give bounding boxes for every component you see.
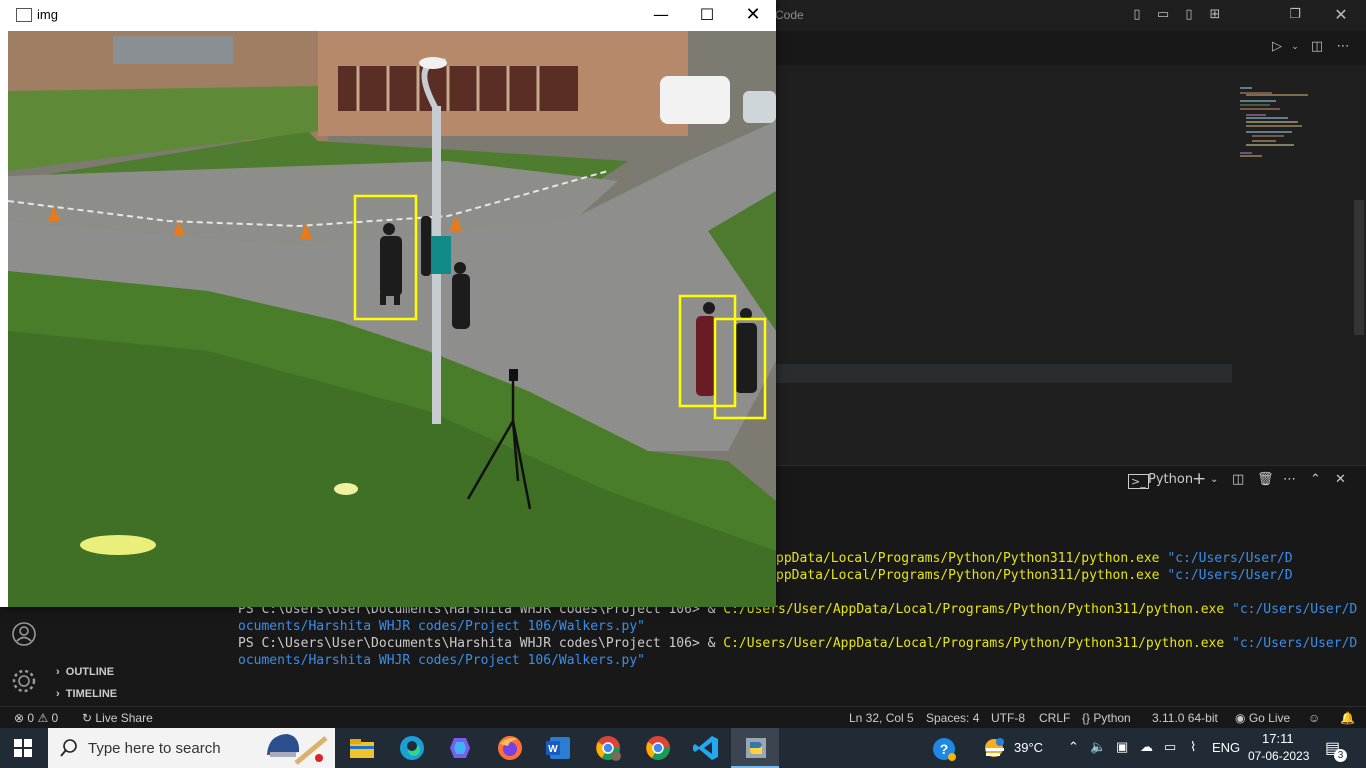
live-share-icon: ↻ — [82, 711, 93, 725]
edge-icon[interactable] — [398, 734, 426, 762]
feedback-icon[interactable]: ☺ — [1308, 711, 1320, 725]
live-share-button[interactable]: ↻ Live Share — [82, 711, 153, 725]
toggle-secondary-sidebar-icon[interactable]: ▯ — [1180, 6, 1198, 24]
img-window: img — ☐ ✕ — [0, 0, 776, 607]
copilot-icon[interactable] — [446, 734, 474, 762]
problems-indicator[interactable]: ⊗ 0 ⚠ 0 — [14, 711, 58, 725]
cursor-position[interactable]: Ln 32, Col 5 — [849, 711, 914, 725]
minimize-button[interactable]: — — [638, 0, 684, 30]
error-icon: ⊗ — [14, 711, 25, 725]
help-icon[interactable]: ? — [932, 737, 956, 761]
language-mode[interactable]: {} Python — [1082, 711, 1131, 725]
search-placeholder: Type here to search — [88, 740, 221, 757]
video-frame-image — [8, 31, 776, 607]
restore-icon[interactable]: ❐ — [1286, 6, 1304, 24]
weather-icon[interactable] — [982, 736, 1008, 760]
chevron-right-icon: › — [56, 688, 60, 700]
terminal-tab-label[interactable]: Python — [1148, 472, 1193, 487]
maximize-panel-icon[interactable]: ⌃ — [1310, 472, 1321, 487]
encoding[interactable]: UTF-8 — [991, 711, 1025, 725]
terminal-dropdown-icon[interactable]: ⌄ — [1210, 474, 1218, 485]
notification-count-badge: 3 — [1334, 749, 1347, 762]
window-app-icon — [16, 8, 32, 22]
terminal-path-continuation: ocuments/Harshita WHJR codes/Project 106… — [238, 653, 645, 668]
meet-now-icon[interactable]: ▣ — [1116, 739, 1128, 755]
outline-section[interactable]: › OUTLINE — [56, 666, 114, 678]
broadcast-icon: ◉ — [1235, 711, 1246, 725]
terminal-exe-path: ppData/Local/Programs/Python/Python311/p… — [776, 568, 1160, 583]
maximize-button[interactable]: ☐ — [684, 0, 730, 30]
terminal-exe-path: ppData/Local/Programs/Python/Python311/p… — [776, 551, 1160, 566]
manage-gear-icon[interactable] — [11, 668, 37, 694]
search-icon — [60, 739, 77, 757]
chrome-profile-icon[interactable] — [594, 734, 622, 762]
status-bar: ⊗ 0 ⚠ 0 ↻ Live Share Ln 32, Col 5 Spaces… — [0, 706, 1366, 729]
svg-text:?: ? — [940, 741, 949, 757]
split-editor-icon[interactable]: ◫ — [1308, 38, 1326, 56]
clock-time[interactable]: 17:11 — [1262, 731, 1294, 746]
cricket-helmet-icon — [267, 734, 328, 765]
activity-bar — [0, 605, 48, 706]
vscode-window-title: Code — [775, 8, 804, 22]
img-window-title: img — [37, 7, 58, 22]
vscode-icon[interactable] — [692, 734, 720, 762]
warning-icon: ⚠ — [37, 711, 49, 725]
notifications-bell-icon[interactable]: 🔔 — [1340, 711, 1355, 725]
terminal-script-arg: "c:/Users/User/D — [1159, 568, 1293, 583]
terminal-path-continuation: ocuments/Harshita WHJR codes/Project 106… — [238, 619, 645, 634]
battery-icon[interactable]: ▭ — [1164, 739, 1176, 755]
terminal-script-arg: "c:/Users/User/D — [1159, 551, 1293, 566]
windows-start-icon[interactable] — [14, 739, 32, 757]
show-hidden-icons-chevron-icon[interactable]: ⌃ — [1068, 739, 1079, 755]
run-icon[interactable]: ▷ — [1268, 38, 1286, 56]
speaker-icon[interactable]: 🔈 — [1090, 739, 1106, 755]
firefox-icon[interactable] — [496, 734, 524, 762]
more-actions-icon[interactable]: ⋯ — [1334, 38, 1352, 56]
braces-icon: {} — [1082, 711, 1091, 725]
terminal-prompt: PS C:\Users\User\Documents\Harshita WHJR… — [238, 636, 724, 651]
run-dropdown-icon[interactable]: ⌄ — [1286, 38, 1304, 56]
new-terminal-icon[interactable]: + — [1192, 469, 1206, 489]
wifi-icon[interactable]: ⌇ — [1190, 739, 1196, 755]
timeline-section[interactable]: › TIMELINE — [56, 688, 117, 700]
svg-text:W: W — [548, 744, 558, 755]
python-interpreter[interactable]: 3.11.0 64-bit — [1152, 711, 1218, 725]
terminal-script-arg: "c:/Users/User/D — [1224, 636, 1358, 651]
clock-date[interactable]: 07-06-2023 — [1248, 749, 1309, 763]
terminal-line: ocuments/Harshita WHJR codes/Project 106… — [238, 618, 1357, 635]
onedrive-icon[interactable]: ☁ — [1140, 739, 1153, 755]
file-explorer-icon[interactable] — [348, 734, 376, 762]
terminal-exe-path: C:/Users/User/AppData/Local/Programs/Pyt… — [723, 636, 1225, 651]
kill-terminal-icon[interactable]: 🗑 — [1257, 472, 1274, 487]
accounts-icon[interactable] — [11, 621, 37, 647]
input-language[interactable]: ENG — [1212, 740, 1240, 755]
go-live-button[interactable]: ◉ Go Live — [1235, 711, 1290, 725]
white-van — [660, 76, 730, 124]
terminal-line: ocuments/Harshita WHJR codes/Project 106… — [238, 652, 1357, 669]
editor-scrollbar[interactable] — [1354, 200, 1364, 335]
minimap[interactable] — [1232, 85, 1322, 165]
toggle-panel-icon[interactable]: ▭ — [1154, 6, 1172, 24]
split-terminal-icon[interactable]: ◫ — [1232, 472, 1244, 487]
terminal-icon[interactable]: >_ — [1128, 474, 1149, 489]
word-icon[interactable]: W — [544, 734, 572, 762]
more-terminal-actions-icon[interactable]: ⋯ — [1283, 472, 1296, 487]
python-icon[interactable] — [742, 734, 770, 762]
end-of-line[interactable]: CRLF — [1039, 711, 1070, 725]
weather-temperature[interactable]: 39°C — [1014, 740, 1043, 755]
chrome-icon[interactable] — [644, 734, 672, 762]
toggle-sidebar-icon[interactable]: ▯ — [1128, 6, 1146, 24]
terminal-script-arg: "c:/Users/User/D — [1224, 602, 1358, 617]
terminal-exe-path: C:/Users/User/AppData/Local/Programs/Pyt… — [723, 602, 1225, 617]
close-vscode-icon[interactable]: ✕ — [1332, 6, 1350, 24]
chevron-right-icon: › — [56, 666, 60, 678]
close-panel-icon[interactable]: ✕ — [1335, 472, 1346, 487]
current-line-highlight — [775, 364, 1232, 383]
terminal-line: PS C:\Users\User\Documents\Harshita WHJR… — [238, 635, 1357, 652]
car — [743, 91, 776, 123]
close-button[interactable]: ✕ — [730, 0, 776, 30]
customize-layout-icon[interactable]: ⊞ — [1206, 6, 1224, 24]
indentation[interactable]: Spaces: 4 — [926, 711, 979, 725]
